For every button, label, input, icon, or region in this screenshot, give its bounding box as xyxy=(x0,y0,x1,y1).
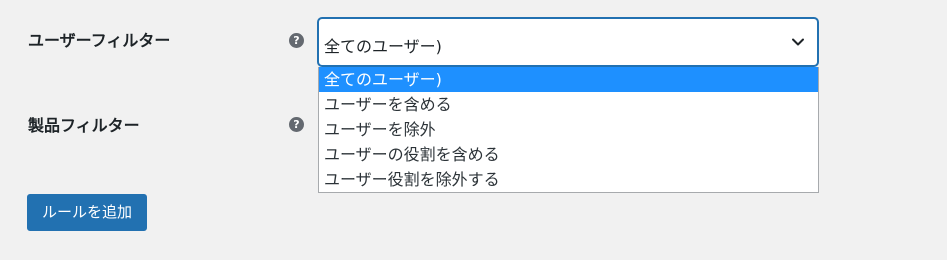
dropdown-option-exclude-user-roles[interactable]: ユーザー役割を除外する xyxy=(319,167,818,192)
user-filter-help-icon[interactable]: ? xyxy=(289,33,304,48)
dropdown-option-all-users[interactable]: 全てのユーザー) xyxy=(319,67,818,92)
user-filter-select[interactable]: 全てのユーザー) xyxy=(318,18,818,66)
user-filter-dropdown-list: 全てのユーザー) ユーザーを含める ユーザーを除外 ユーザーの役割を含める ユー… xyxy=(318,67,819,193)
dropdown-option-include-users[interactable]: ユーザーを含める xyxy=(319,92,818,117)
dropdown-option-exclude-users[interactable]: ユーザーを除外 xyxy=(319,117,818,142)
dropdown-option-include-user-roles[interactable]: ユーザーの役割を含める xyxy=(319,142,818,167)
add-rule-button[interactable]: ルールを追加 xyxy=(27,194,147,231)
user-filter-selected-value: 全てのユーザー) xyxy=(324,37,442,56)
chevron-down-icon xyxy=(792,38,804,46)
product-filter-help-icon[interactable]: ? xyxy=(289,117,304,132)
product-filter-label: 製品フィルター xyxy=(28,116,140,135)
user-filter-label: ユーザーフィルター xyxy=(28,31,171,50)
